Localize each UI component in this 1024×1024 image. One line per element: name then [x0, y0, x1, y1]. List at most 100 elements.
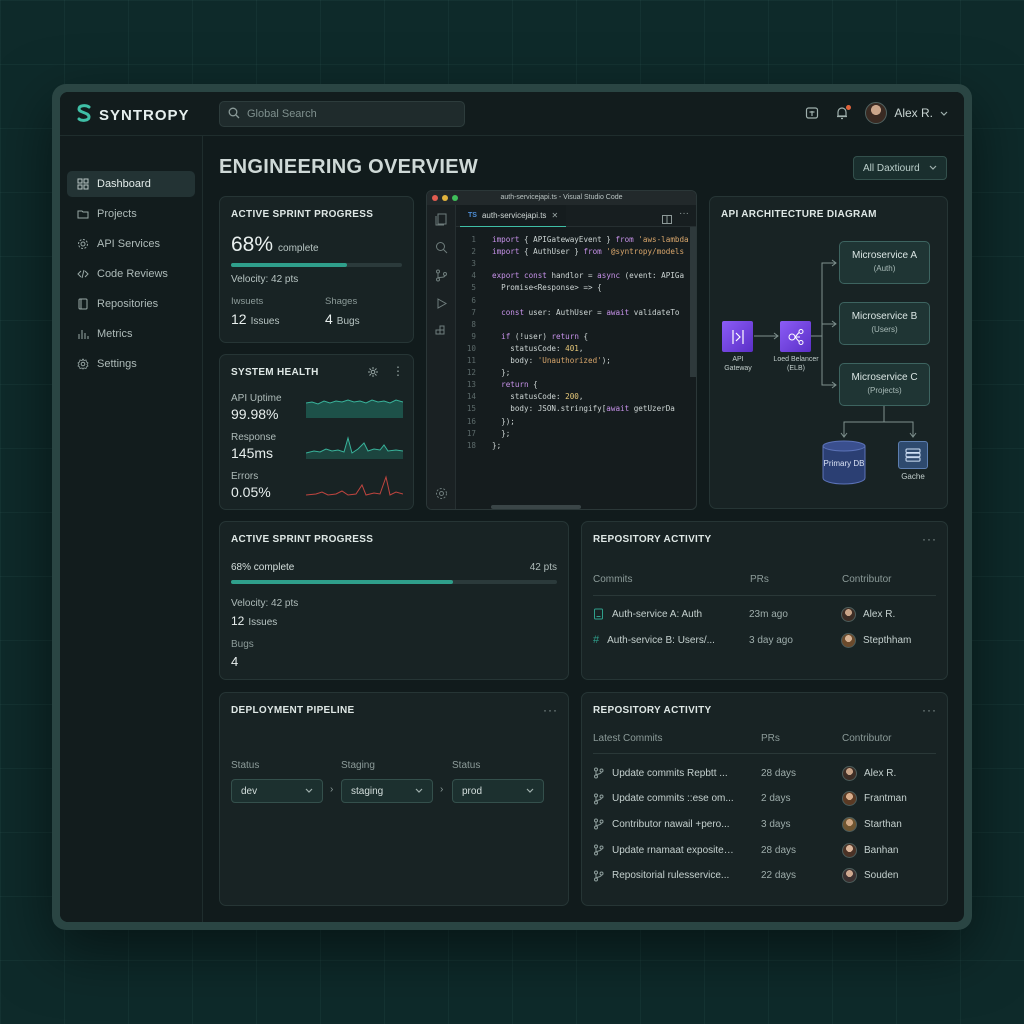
more-vertical-icon[interactable]: ⋮ [392, 364, 404, 378]
code-editor-window: auth-servicejapi.ts - Visual Studio Code… [426, 190, 697, 510]
maximize-window-button[interactable] [452, 195, 458, 201]
sidebar-item-label: API Services [97, 238, 160, 250]
health-metric-value: 99.98% [231, 406, 279, 422]
minimize-window-button[interactable] [442, 195, 448, 201]
chevron-down-icon [415, 788, 423, 793]
stage-value: staging [351, 785, 384, 797]
column-header: Contributor [842, 733, 892, 744]
issues-count: 12 [231, 614, 245, 628]
table-row[interactable]: # Auth-service B: Users/... 3 day ago Ste… [593, 627, 936, 653]
commit-time: 3 days [761, 818, 791, 830]
editor-window-title: auth-servicejapi.ts - Visual Studio Code [500, 194, 623, 201]
load-balancer-label: Loed Belancer (ELB) [773, 356, 819, 372]
sidebar-item-projects[interactable]: Projects [67, 201, 195, 227]
stage-label: Status [231, 760, 260, 771]
contributor-name: Banhan [864, 844, 899, 856]
git-branch-icon [594, 844, 604, 856]
sidebar: Dashboard Projects API Services Code Rev… [60, 136, 203, 922]
run-debug-icon[interactable] [435, 297, 448, 310]
table-row[interactable]: Update commits ::ese om... 2 days Frantman [593, 786, 936, 812]
bell-icon[interactable] [835, 105, 852, 120]
stage-value: dev [241, 785, 258, 797]
more-horizontal-icon[interactable]: ··· [543, 703, 558, 717]
source-control-icon[interactable] [435, 269, 448, 282]
brand-logo[interactable]: SYNTROPY [76, 104, 190, 127]
close-icon[interactable]: ✕ [551, 211, 558, 220]
table-row[interactable]: Repositorial rulesservice... 22 days Soude… [593, 863, 936, 889]
stat-label: Shages [325, 296, 358, 307]
sprint-progress-fill [231, 263, 348, 267]
sprint-points: 42 pts [529, 562, 557, 573]
code-line: Promise<Response> => { [492, 283, 602, 293]
sidebar-item-repositories[interactable]: Repositories [67, 291, 195, 317]
sidebar-item-api-services[interactable]: API Services [67, 231, 195, 257]
commit-text: Update commits ::ese om... [612, 793, 734, 805]
search-icon[interactable] [435, 241, 448, 254]
vertical-scrollbar[interactable] [690, 227, 696, 377]
sidebar-nav: Dashboard Projects API Services Code Rev… [67, 171, 195, 381]
service-name: Microservice B [851, 311, 918, 322]
load-balancer-icon[interactable] [780, 321, 811, 352]
close-window-button[interactable] [432, 195, 438, 201]
dashboard-select-value: All Daxtiourd [863, 162, 920, 174]
line-number: 13 [466, 380, 476, 390]
sidebar-item-label: Metrics [97, 328, 133, 340]
settings-icon[interactable] [435, 487, 448, 500]
extensions-icon[interactable] [435, 325, 448, 338]
sidebar-item-metrics[interactable]: Metrics [67, 321, 195, 347]
card-title: ACTIVE SPRINT PROGRESS [231, 534, 374, 545]
sprint-wide-progress-bar [231, 580, 557, 584]
code-content[interactable]: 1 import { APIGatewayEvent } from 'aws-la… [456, 227, 696, 501]
microservice-b-node[interactable]: Microservice B (Users) [839, 302, 930, 345]
code-line: body: JSON.stringify[await getUzerDa [492, 404, 675, 414]
table-row[interactable]: Auth-service A: Auth 23m ago Alex R. [593, 601, 936, 627]
contributor-name: Alex R. [864, 767, 897, 779]
more-horizontal-icon[interactable]: ··· [922, 703, 937, 717]
chevron-down-icon [305, 788, 313, 793]
chevron-right-icon: › [330, 784, 334, 795]
calendar-icon[interactable] [805, 106, 819, 120]
table-row[interactable]: Update commits Repbtt ... 28 days Alex R. [593, 760, 936, 786]
settings-icon[interactable] [367, 365, 379, 383]
gear-icon [78, 239, 88, 249]
stage-select-dev[interactable]: dev [231, 779, 323, 803]
more-horizontal-icon[interactable]: ··· [922, 532, 937, 546]
velocity-text: Velocity: 42 pts [231, 598, 299, 609]
repository-activity-card: REPOSITORY ACTIVITY ··· Commits PRs Cont… [581, 521, 948, 680]
user-menu[interactable]: Alex R. [865, 102, 948, 124]
stage-select-staging[interactable]: staging [341, 779, 433, 803]
column-header: Contributor [842, 574, 892, 585]
sidebar-item-code-reviews[interactable]: Code Reviews [67, 261, 195, 287]
cache-icon[interactable] [898, 441, 928, 469]
sidebar-item-label: Code Reviews [97, 268, 168, 280]
book-icon [78, 298, 88, 310]
git-branch-icon [594, 870, 604, 882]
stage-select-prod[interactable]: prod [452, 779, 544, 803]
sidebar-item-label: Repositories [97, 298, 159, 310]
more-horizontal-icon[interactable]: ··· [679, 208, 689, 219]
horizontal-scrollbar[interactable] [491, 505, 581, 509]
api-architecture-card: API ARCHITECTURE DIAGRAM API Gateway Loe… [709, 196, 948, 509]
syntropy-logo-icon [76, 104, 92, 127]
code-line: const user: AuthUser = await validateTo [501, 307, 680, 317]
top-bar-actions: Alex R. [805, 102, 948, 124]
health-metric-label: API Uptime [231, 393, 282, 404]
files-icon[interactable] [435, 213, 448, 226]
table-row[interactable]: Contributor nawail +pero... 3 days Startha… [593, 811, 936, 837]
stat-label: Iwsuets [231, 296, 264, 307]
avatar [842, 842, 857, 858]
avatar [841, 632, 856, 648]
hash-icon: # [593, 634, 600, 646]
typescript-file-icon: TS [468, 212, 477, 219]
microservice-a-node[interactable]: Microservice A (Auth) [839, 241, 930, 284]
global-search-input[interactable]: Global Search [219, 101, 465, 127]
microservice-c-node[interactable]: Microservice C (Projects) [839, 363, 930, 406]
sidebar-item-settings[interactable]: Settings [67, 351, 195, 377]
table-row[interactable]: Update rnamaat exposite… 28 days Banhan [593, 837, 936, 863]
editor-tab-active[interactable]: TS auth-servicejapi.ts ✕ [460, 205, 567, 227]
sidebar-item-dashboard[interactable]: Dashboard [67, 171, 195, 197]
code-line: export const handlor = async (event: API… [492, 271, 685, 281]
sprint-percent: 68% [231, 233, 274, 256]
api-gateway-icon[interactable] [722, 321, 753, 352]
dashboard-select[interactable]: All Daxtiourd [853, 156, 947, 180]
